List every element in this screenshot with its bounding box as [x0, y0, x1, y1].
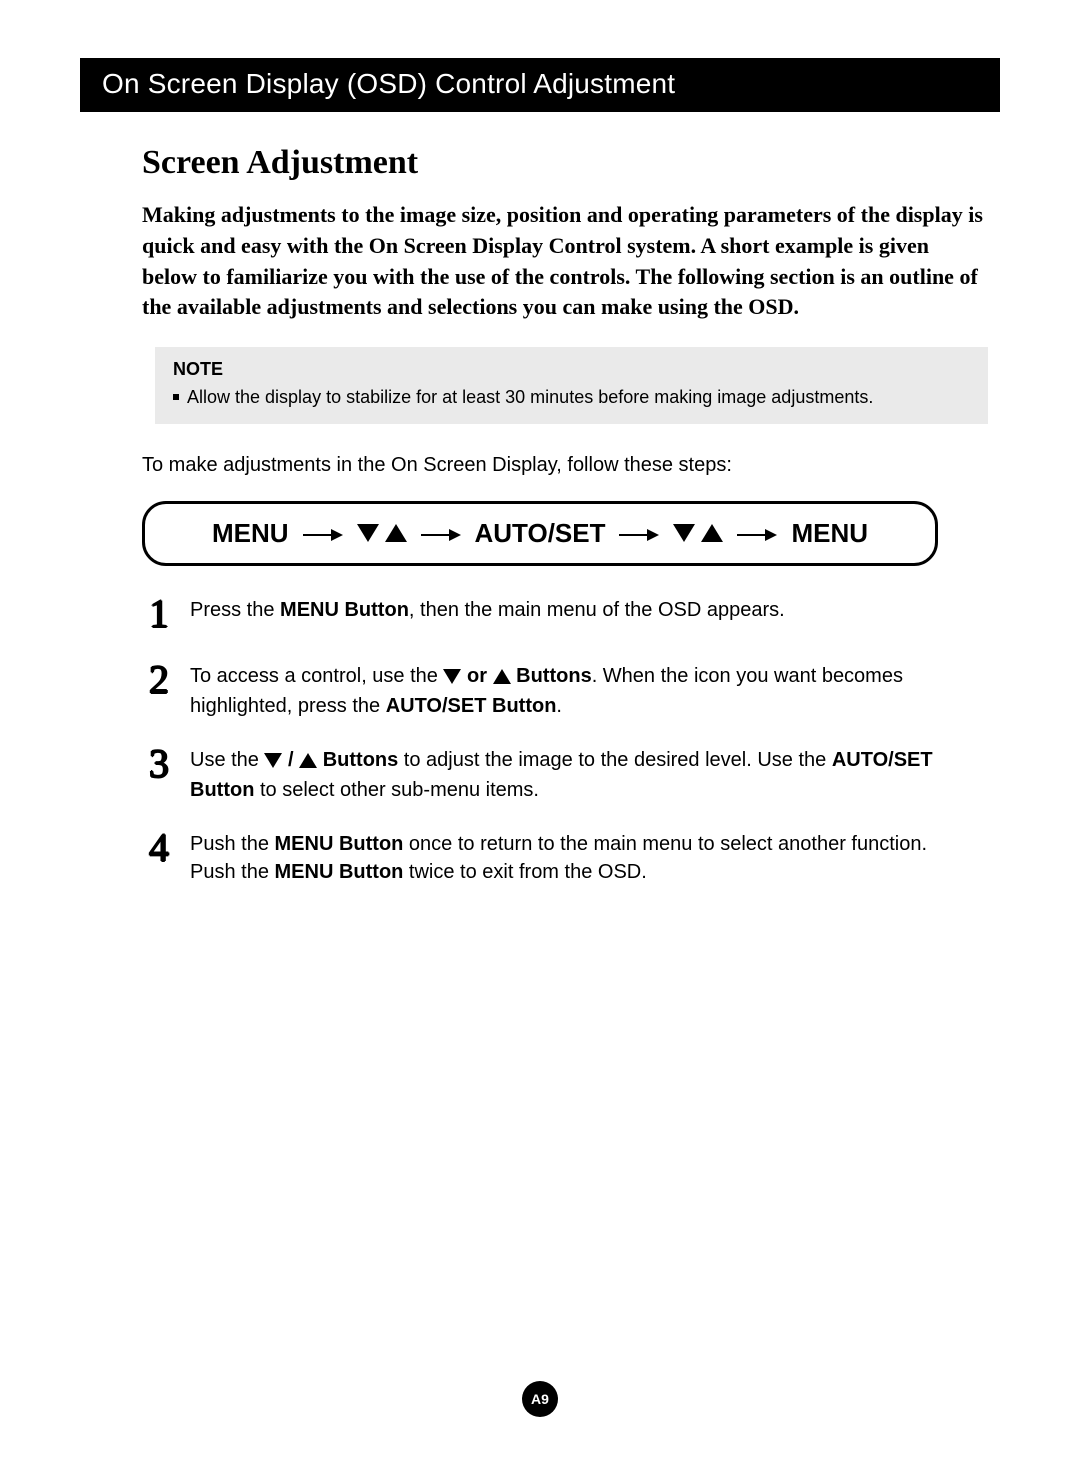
- step-number: 1: [142, 594, 176, 634]
- step-1: 1 Press the MENU Button, then the main m…: [142, 596, 940, 636]
- arrow-right-icon: [737, 518, 777, 549]
- triangle-down-icon: [357, 518, 379, 549]
- step-text: Push the MENU Button once to return to t…: [190, 830, 940, 886]
- step-number: 3: [142, 744, 176, 802]
- arrow-right-icon: [619, 518, 659, 549]
- note-text: Allow the display to stabilize for at le…: [187, 386, 873, 409]
- bullet-icon: [173, 394, 179, 400]
- note-box: NOTE Allow the display to stabilize for …: [155, 347, 988, 423]
- triangle-up-icon: [299, 748, 317, 776]
- step-2: 2 To access a control, use the or Button…: [142, 662, 940, 720]
- note-item: Allow the display to stabilize for at le…: [173, 386, 970, 409]
- step-text: To access a control, use the or Buttons.…: [190, 662, 940, 720]
- triangle-up-icon: [701, 518, 723, 549]
- steps-list: 1 Press the MENU Button, then the main m…: [142, 596, 940, 886]
- triangle-down-icon: [673, 518, 695, 549]
- intro-paragraph: Making adjustments to the image size, po…: [142, 200, 988, 323]
- flow-autoset: AUTO/SET: [475, 518, 606, 549]
- triangle-up-icon: [385, 518, 407, 549]
- triangle-down-icon: [264, 748, 282, 776]
- triangle-down-icon: [443, 664, 461, 692]
- step-3: 3 Use the / Buttons to adjust the image …: [142, 746, 940, 804]
- arrow-right-icon: [303, 518, 343, 549]
- step-number: 2: [142, 660, 176, 718]
- title-bar: On Screen Display (OSD) Control Adjustme…: [80, 58, 1000, 112]
- section-heading: Screen Adjustment: [142, 144, 1000, 182]
- triangle-up-icon: [493, 664, 511, 692]
- step-text: Use the / Buttons to adjust the image to…: [190, 746, 940, 804]
- manual-page: On Screen Display (OSD) Control Adjustme…: [0, 0, 1080, 1477]
- flow-menu-2: MENU: [791, 518, 868, 549]
- follow-steps-text: To make adjustments in the On Screen Dis…: [142, 454, 988, 477]
- page-number-badge: A9: [522, 1381, 558, 1417]
- flow-box: MENU AUTO/SET MENU: [142, 501, 938, 566]
- flow-menu-1: MENU: [212, 518, 289, 549]
- note-label: NOTE: [173, 359, 970, 380]
- arrow-right-icon: [421, 518, 461, 549]
- step-number: 4: [142, 828, 176, 884]
- step-4: 4 Push the MENU Button once to return to…: [142, 830, 940, 886]
- step-text: Press the MENU Button, then the main men…: [190, 596, 785, 636]
